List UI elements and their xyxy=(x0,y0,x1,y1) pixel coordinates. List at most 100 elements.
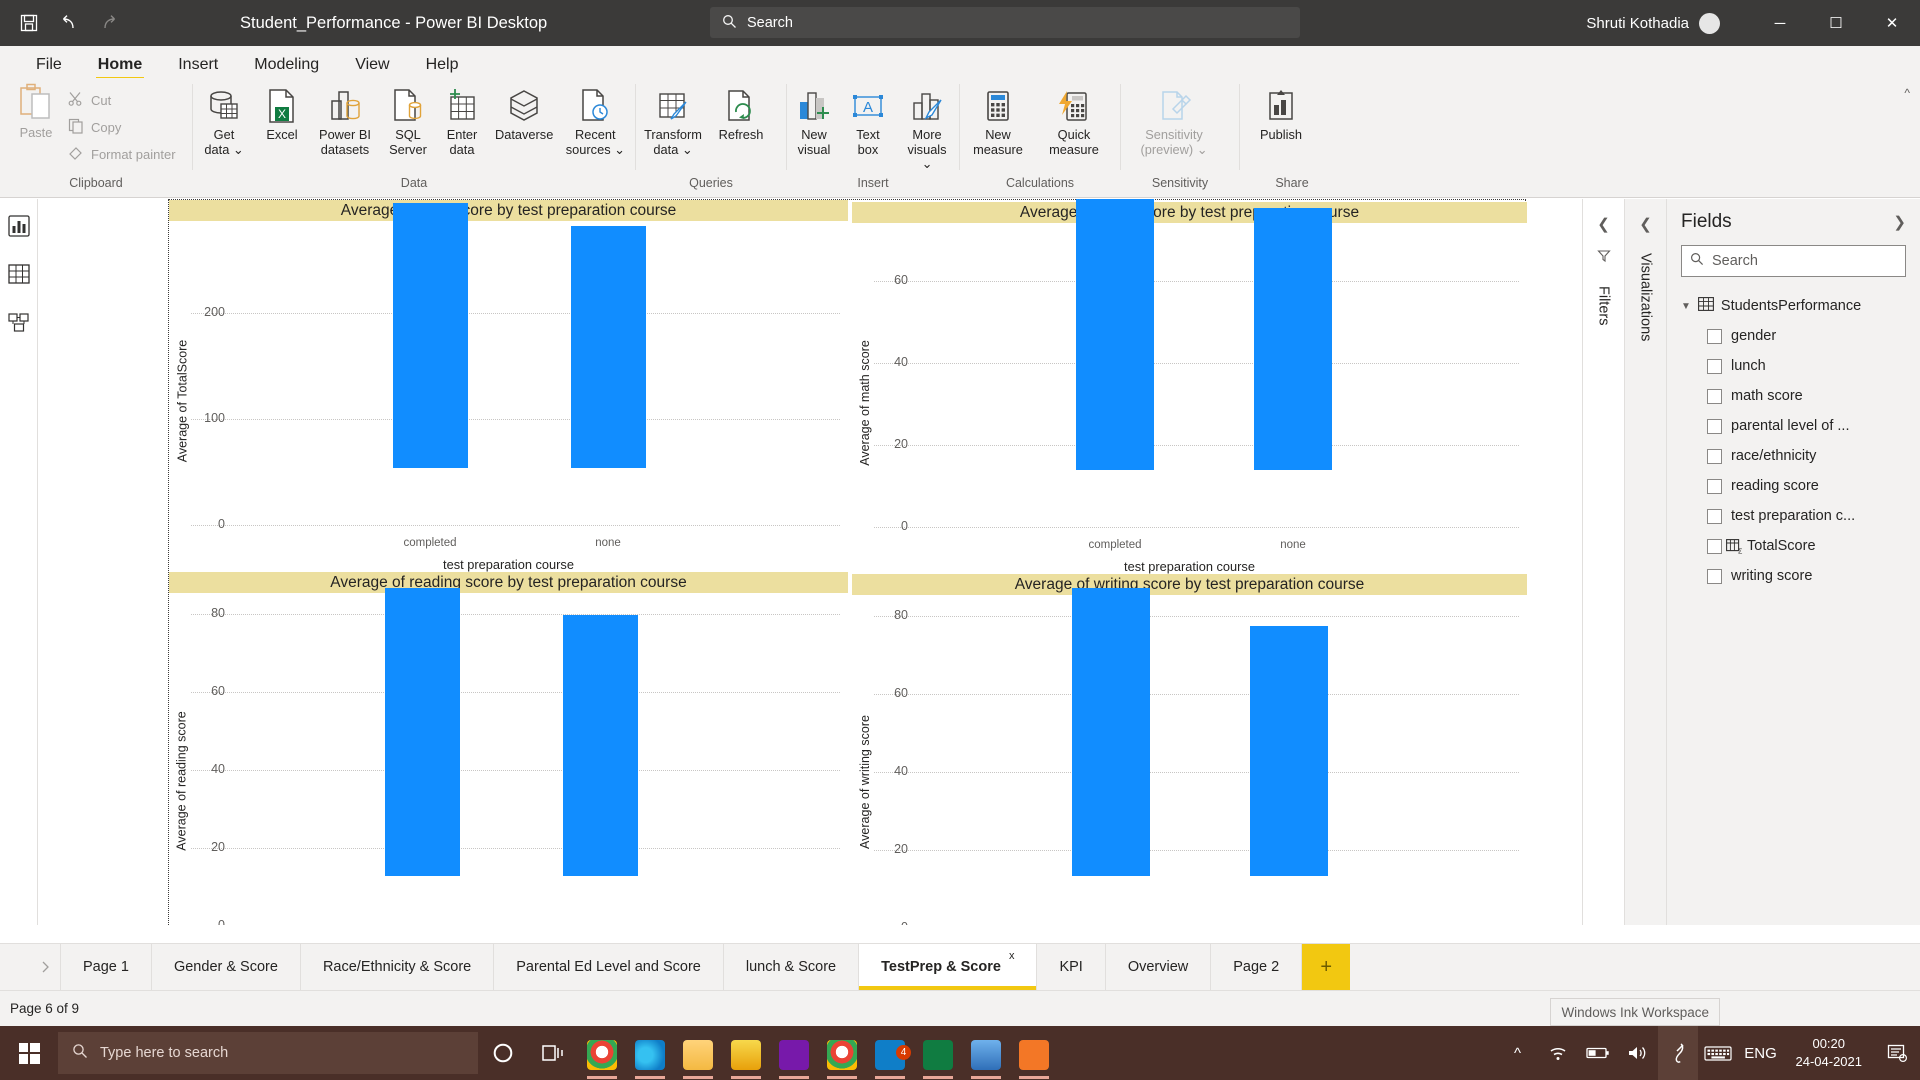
powerbi-datasets-button[interactable]: Power BI datasets xyxy=(309,82,381,157)
taskbar-app-chrome-profile[interactable] xyxy=(578,1026,626,1080)
excel-button[interactable]: X Excel xyxy=(255,82,309,143)
task-view-icon[interactable] xyxy=(528,1026,578,1080)
taskbar-search-input[interactable]: Type here to search xyxy=(58,1032,478,1074)
bar-none[interactable] xyxy=(1250,626,1328,876)
page-tab-page-1[interactable]: Page 1 xyxy=(61,944,152,990)
bar-none[interactable] xyxy=(1254,208,1332,470)
page-prev-icon[interactable]: chevron-left-icon xyxy=(0,944,30,990)
ribbon-tab-help[interactable]: Help xyxy=(408,56,477,78)
maximize-button[interactable]: ☐ xyxy=(1808,0,1864,46)
taskbar-app-power-bi[interactable] xyxy=(722,1026,770,1080)
visualizations-pane-collapsed[interactable]: ❮ Visualizations xyxy=(1624,199,1666,925)
bar-completed[interactable] xyxy=(393,203,468,468)
page-tab-lunch-score[interactable]: lunch & Score xyxy=(723,944,860,990)
recent-sources-button[interactable]: Recent sources ⌄ xyxy=(559,82,631,157)
visual-writing-score[interactable]: Average of writing score by test prepara… xyxy=(852,574,1527,925)
field-item-lunch[interactable]: lunch xyxy=(1681,351,1906,381)
taskbar-app-edge[interactable] xyxy=(626,1026,674,1080)
taskbar-app-file-explorer[interactable] xyxy=(674,1026,722,1080)
close-icon[interactable]: x xyxy=(1009,950,1015,962)
enter-data-button[interactable]: Enter data xyxy=(435,82,489,157)
field-item-reading-score[interactable]: reading score xyxy=(1681,471,1906,501)
checkbox[interactable] xyxy=(1707,448,1722,464)
touch-keyboard-icon[interactable] xyxy=(1698,1026,1738,1080)
page-tab-parental-ed-level-and-score[interactable]: Parental Ed Level and Score xyxy=(494,944,724,990)
page-next-icon[interactable] xyxy=(30,944,60,990)
ribbon-tab-modeling[interactable]: Modeling xyxy=(236,56,337,78)
sql-server-button[interactable]: SQL Server xyxy=(381,82,435,157)
checkbox[interactable] xyxy=(1707,508,1722,524)
checkbox[interactable] xyxy=(1707,568,1722,584)
chevron-right-icon[interactable]: ❯ xyxy=(1893,213,1906,231)
ink-workspace-pen-icon[interactable] xyxy=(1657,1026,1698,1080)
text-box-button[interactable]: A Text box xyxy=(841,82,895,157)
filters-pane-collapsed[interactable]: ❮ Filters xyxy=(1582,199,1624,925)
ribbon-tab-home[interactable]: Home xyxy=(80,56,160,80)
fields-table-students-performance[interactable]: ▼ StudentsPerformance xyxy=(1681,291,1906,321)
battery-icon[interactable] xyxy=(1578,1026,1618,1080)
visual-total-score[interactable]: Average of TotalScore by test preparatio… xyxy=(169,200,848,580)
bar-completed[interactable] xyxy=(1076,199,1154,470)
field-item-test-preparation-course[interactable]: test preparation c... xyxy=(1681,501,1906,531)
visual-reading-score[interactable]: Average of reading score by test prepara… xyxy=(169,572,848,925)
field-item-writing-score[interactable]: writing score xyxy=(1681,561,1906,591)
more-visuals-button[interactable]: More visuals ⌄ xyxy=(895,82,959,172)
page-tab-gender-score[interactable]: Gender & Score xyxy=(151,944,301,990)
chevron-down-icon[interactable]: ▼ xyxy=(1681,301,1691,312)
field-item-total-score[interactable]: Σ TotalScore xyxy=(1681,531,1906,561)
taskbar-app-chrome[interactable] xyxy=(818,1026,866,1080)
checkbox[interactable] xyxy=(1707,388,1722,404)
checkbox[interactable] xyxy=(1707,478,1722,494)
publish-button[interactable]: Publish xyxy=(1240,82,1322,143)
taskbar-app-onenote[interactable] xyxy=(770,1026,818,1080)
close-button[interactable]: ✕ xyxy=(1864,0,1920,46)
refresh-button[interactable]: Refresh xyxy=(710,82,772,143)
report-chart-icon[interactable] xyxy=(6,213,32,239)
page-tab-testprep-score[interactable]: TestPrep & Score x xyxy=(859,944,1038,990)
wifi-icon[interactable] xyxy=(1538,1026,1578,1080)
checkbox[interactable] xyxy=(1707,358,1722,374)
taskbar-app-mail[interactable]: 4 xyxy=(866,1026,914,1080)
bar-completed[interactable] xyxy=(1072,588,1150,876)
field-item-gender[interactable]: gender xyxy=(1681,321,1906,351)
minimize-button[interactable]: ─ xyxy=(1752,0,1808,46)
checkbox[interactable] xyxy=(1707,328,1722,344)
data-table-icon[interactable] xyxy=(6,261,32,287)
taskbar-app-jupyter[interactable] xyxy=(1010,1026,1058,1080)
get-data-button[interactable]: Get data ⌄ xyxy=(193,82,255,157)
save-icon[interactable] xyxy=(12,6,46,40)
cortana-circle-icon[interactable] xyxy=(478,1026,528,1080)
quick-measure-button[interactable]: Quick measure xyxy=(1036,82,1112,157)
ribbon-tab-insert[interactable]: Insert xyxy=(160,56,236,78)
add-page-button[interactable]: + xyxy=(1302,944,1351,990)
page-tab-kpi[interactable]: KPI xyxy=(1037,944,1106,990)
bar-completed[interactable] xyxy=(385,588,460,876)
field-item-math-score[interactable]: math score xyxy=(1681,381,1906,411)
visual-math-score[interactable]: Average of math score by test preparatio… xyxy=(852,199,1527,582)
new-measure-button[interactable]: New measure xyxy=(960,82,1036,157)
bar-none[interactable] xyxy=(571,226,646,468)
fields-search-input[interactable]: Search xyxy=(1681,245,1906,277)
ribbon-tab-view[interactable]: View xyxy=(337,56,407,78)
clock[interactable]: 00:20 24-04-2021 xyxy=(1784,1026,1875,1080)
undo-icon[interactable] xyxy=(52,6,86,40)
ribbon-collapse-chevron-icon[interactable]: ^ xyxy=(1904,86,1910,100)
user-account[interactable]: Shruti Kothadia xyxy=(1586,0,1720,46)
action-center-icon[interactable] xyxy=(1874,1026,1920,1080)
search-box[interactable]: Search xyxy=(710,7,1300,38)
chevron-left-icon[interactable]: ❮ xyxy=(1597,215,1610,233)
field-item-parental-level[interactable]: parental level of ... xyxy=(1681,411,1906,441)
bar-none[interactable] xyxy=(563,615,638,876)
checkbox[interactable] xyxy=(1707,418,1722,434)
taskbar-app-photos[interactable] xyxy=(962,1026,1010,1080)
ribbon-tab-file[interactable]: File xyxy=(18,56,80,78)
transform-data-button[interactable]: Transform data ⌄ xyxy=(636,82,710,157)
chevron-left-icon[interactable]: ❮ xyxy=(1639,215,1652,233)
model-relationship-icon[interactable] xyxy=(6,309,32,335)
page-tab-page-2[interactable]: Page 2 xyxy=(1211,944,1303,990)
language-indicator[interactable]: ENG xyxy=(1738,1026,1784,1080)
field-item-race-ethnicity[interactable]: race/ethnicity xyxy=(1681,441,1906,471)
dataverse-button[interactable]: Dataverse xyxy=(489,82,559,143)
volume-icon[interactable] xyxy=(1618,1026,1658,1080)
show-hidden-icons-chevron[interactable]: ^ xyxy=(1498,1026,1538,1080)
